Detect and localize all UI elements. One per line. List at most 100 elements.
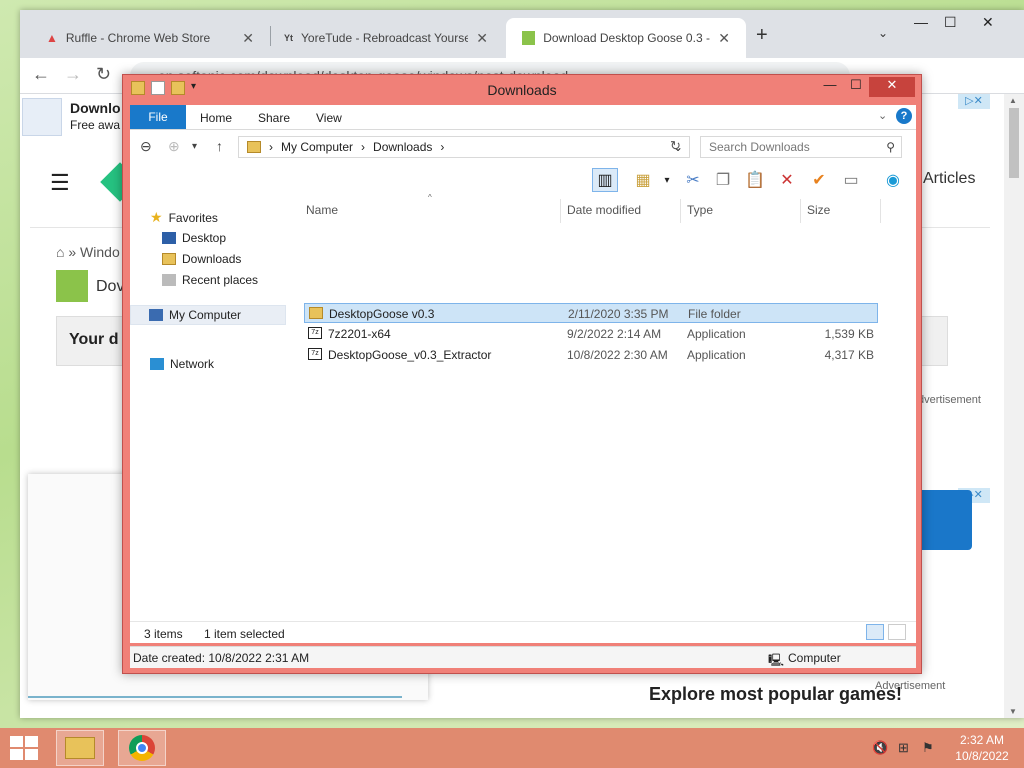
details-bar: Date created: 10/8/2022 2:31 AM 🖳 Comput… [130,646,916,668]
home-icon[interactable]: ⌂ [56,244,64,260]
7zip-icon: 7z [308,348,322,360]
minimize-button[interactable]: — [817,77,843,97]
desktop-icon [162,232,176,244]
column-date-modified[interactable]: Date modified [567,203,641,217]
command-bar: ▥ ▦ ▾ ✂ ❐ 📋 ✕ ✔ ▭ ◉ [130,165,916,195]
copy-icon[interactable]: ❐ [710,168,736,192]
tab-view[interactable]: View [316,111,342,125]
address-path[interactable]: › My Computer › Downloads › ⌄ [238,136,690,158]
details-view-icon[interactable] [866,624,884,640]
location-label: Computer [788,651,841,665]
folder-options-icon[interactable]: ▦ [630,168,656,192]
search-input[interactable]: Search Downloads ⚲ [700,136,902,158]
chrome-webstore-icon: ▲ [46,31,58,45]
forward-icon[interactable]: → [64,64,82,85]
preview-pane-icon[interactable]: ▥ [592,168,618,192]
sort-arrow-icon: ^ [428,193,432,202]
ad-thumbnail [22,98,62,136]
nav-downloads[interactable]: Downloads [162,252,241,266]
nav-my-computer[interactable]: My Computer [130,305,286,325]
checkmark-icon[interactable]: ✔ [806,168,832,192]
nav-recent-places[interactable]: Recent places [162,273,258,287]
breadcrumb[interactable]: ⌂ » Windo [56,244,120,260]
breadcrumb-my-computer[interactable]: My Computer [281,140,353,154]
ad-close-icon[interactable]: ▷✕ [958,94,990,109]
selection-count: 1 item selected [204,627,285,641]
start-button[interactable] [10,736,38,760]
close-tab-icon[interactable]: ✕ [476,30,488,47]
breadcrumb-downloads[interactable]: Downloads [373,140,432,154]
file-row[interactable]: 7z DesktopGoose_v0.3_Extractor 10/8/2022… [304,345,878,365]
cut-icon[interactable]: ✂ [680,168,706,192]
tab-strip: ▲ Ruffle - Chrome Web Store ✕ Yt YoreTud… [20,10,1024,58]
column-name[interactable]: Name [306,203,338,217]
close-button[interactable]: ✕ [869,77,915,97]
nav-favorites[interactable]: ★ Favorites [150,209,218,226]
7zip-icon: 7z [308,327,322,339]
file-row[interactable]: 7z 7z2201-x64 9/2/2022 2:14 AM Applicati… [304,324,878,344]
explorer-content: ★ Favorites Desktop Downloads Recent pla… [130,193,916,643]
chrome-icon [129,735,155,761]
close-tab-icon[interactable]: ✕ [718,30,730,47]
column-size[interactable]: Size [807,203,830,217]
chevron-down-icon[interactable]: ⌄ [878,26,888,40]
column-type[interactable]: Type [687,203,713,217]
search-icon: ⚲ [886,140,895,154]
back-icon[interactable]: ← [32,64,50,85]
forward-icon[interactable]: ⊕ [168,138,180,155]
reload-icon[interactable]: ↻ [96,64,111,85]
tab-ruffle[interactable]: ▲ Ruffle - Chrome Web Store ✕ [30,18,270,58]
nav-network[interactable]: Network [150,357,214,371]
product-icon [56,270,88,302]
folder-icon [309,307,323,319]
file-row[interactable]: DesktopGoose v0.3 2/11/2020 3:35 PM File… [304,303,878,323]
clock-date: 10/8/2022 [955,749,1009,763]
up-icon[interactable]: ↑ [216,138,223,154]
recent-places-icon [162,274,176,286]
tab-home[interactable]: Home [200,111,232,125]
yoretude-icon: Yt [284,33,293,43]
new-tab-button[interactable]: + [756,24,768,47]
expand-ribbon-icon[interactable]: ⌄ [878,109,887,122]
large-icons-view-icon[interactable] [888,624,906,640]
explore-heading: Explore most popular games! [649,684,903,704]
help-icon[interactable]: ? [896,108,912,124]
tab-file[interactable]: File [130,105,186,129]
system-clock[interactable]: 2:32 AM 10/8/2022 [950,732,1014,764]
close-icon[interactable]: ✕ [982,14,994,31]
paste-icon[interactable]: 📋 [742,168,768,192]
maximize-icon[interactable]: ☐ [944,14,957,31]
file-explorer-taskbar-button[interactable] [56,730,104,766]
back-icon[interactable]: ⊖ [140,138,152,155]
recent-locations-icon[interactable]: ▾ [192,141,197,152]
refresh-icon[interactable]: ↻ [670,138,681,154]
product-title: Dov [96,278,125,295]
ad-label: dvertisement [918,394,981,406]
globe-icon[interactable]: ◉ [880,168,906,192]
chrome-taskbar-button[interactable] [118,730,166,766]
maximize-button[interactable]: ☐ [843,77,869,97]
explorer-titlebar[interactable]: ▾ Downloads — ☐ ✕ [123,75,921,103]
network-icon[interactable]: ⊞ [898,740,909,756]
delete-icon[interactable]: ✕ [774,168,800,192]
page-scrollbar[interactable]: ▲ ▼ [1004,94,1024,718]
hamburger-menu-icon[interactable]: ☰ [50,170,70,196]
tab-yoretude[interactable]: Yt YoreTude - Rebroadcast Yourself. ✕ [268,18,504,58]
address-toolbar: ⊖ ⊕ ▾ ↑ › My Computer › Downloads › ⌄ ↻ … [130,129,916,165]
computer-icon [149,309,163,321]
volume-muted-icon[interactable]: 🔇 [872,740,888,756]
close-tab-icon[interactable]: ✕ [242,30,254,47]
minimize-icon[interactable]: — [914,14,928,30]
nav-desktop[interactable]: Desktop [162,231,226,245]
action-center-icon[interactable]: ⚑ [922,740,934,756]
tab-share[interactable]: Share [258,111,290,125]
tab-softonic[interactable]: Download Desktop Goose 0.3 - F ✕ [506,18,746,58]
item-count: 3 items [144,627,183,641]
articles-link[interactable]: Articles [923,170,975,188]
date-created: Date created: 10/8/2022 2:31 AM [133,651,310,665]
rename-icon[interactable]: ▭ [838,168,864,192]
chevron-down-icon[interactable]: ▾ [654,168,680,192]
navigation-pane: ★ Favorites Desktop Downloads Recent pla… [130,195,290,643]
folder-icon [65,737,95,759]
ribbon-tabs: File Home Share View ⌄ ? [130,105,916,129]
